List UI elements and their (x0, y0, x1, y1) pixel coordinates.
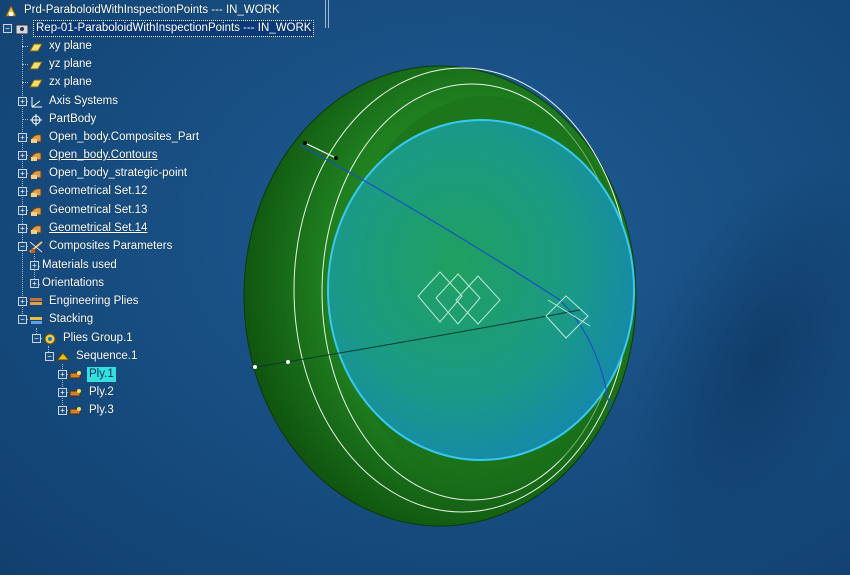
expand-minus-icon[interactable]: − (3, 24, 12, 33)
tree-node-open-body-composites-part[interactable]: + Open_body.Composites_Part (18, 129, 201, 146)
tree-node-label[interactable]: Engineering Plies (47, 294, 141, 309)
expand-toggle-icon[interactable]: + (18, 169, 27, 178)
tree-node-label[interactable]: Composites Parameters (47, 239, 174, 254)
expand-toggle-icon[interactable]: − (18, 242, 27, 251)
expand-toggle-icon[interactable]: + (58, 406, 67, 415)
tree-node-label[interactable]: Sequence.1 (74, 349, 139, 364)
expand-toggle-icon[interactable]: + (18, 133, 27, 142)
root-title[interactable]: Prd-ParaboloidWithInspectionPoints --- I… (22, 3, 282, 18)
tree-node-label[interactable]: Open_body_strategic-point (47, 166, 189, 181)
paraboloid-inner-surface[interactable] (328, 120, 634, 460)
tree-node-stacking[interactable]: − Stacking (18, 311, 95, 328)
geometrical-set-icon (28, 149, 44, 163)
expand-toggle-icon[interactable]: + (58, 370, 67, 379)
tree-node-label[interactable]: Ply.2 (87, 385, 116, 400)
geometrical-set-icon (28, 185, 44, 199)
tree-node-label[interactable]: Materials used (40, 258, 119, 273)
tree-node-label[interactable]: Open_body.Composites_Part (47, 130, 201, 145)
tree-rep[interactable]: − Rep-01-ParaboloidWithInspectionPoints … (3, 20, 315, 37)
part-icon (14, 22, 30, 36)
expand-toggle-icon[interactable]: − (32, 334, 41, 343)
expand-toggle-icon[interactable]: + (30, 261, 39, 270)
sequence-icon (55, 350, 71, 364)
tree-node-label[interactable]: zx plane (47, 75, 94, 90)
expand-toggle-icon[interactable]: + (18, 151, 27, 160)
tree-node-label[interactable]: Axis Systems (47, 94, 120, 109)
tree-node-xy-plane[interactable]: xy plane (28, 38, 94, 55)
tree-node-label[interactable]: Ply.1 (87, 367, 116, 382)
rep-title[interactable]: Rep-01-ParaboloidWithInspectionPoints --… (33, 20, 315, 37)
plane-icon (28, 40, 44, 54)
tree-node-engineering-plies[interactable]: + Engineering Plies (18, 293, 141, 310)
tree-node-label[interactable]: Geometrical Set.13 (47, 203, 149, 218)
ply-icon (68, 368, 84, 382)
tree-node-label[interactable]: Open_body.Contours (47, 148, 159, 163)
tree-node-geometrical-set-14[interactable]: + Geometrical Set.14 (18, 220, 149, 237)
tree-node-open-body-contours[interactable]: + Open_body.Contours (18, 147, 159, 164)
tree-node-label[interactable]: Geometrical Set.14 (47, 221, 149, 236)
geometrical-set-icon (28, 131, 44, 145)
tree-node-label[interactable]: Ply.3 (87, 403, 116, 418)
tree-node-plies-group-1[interactable]: − Plies Group.1 (32, 330, 135, 347)
partbody-icon (28, 113, 44, 127)
tree-node-partbody[interactable]: PartBody (28, 111, 98, 128)
tree-node-materials-used[interactable]: + Materials used (30, 257, 119, 274)
expand-toggle-icon[interactable]: − (18, 315, 27, 324)
tree-node-orientations[interactable]: + Orientations (30, 275, 106, 292)
ply-icon (68, 404, 84, 418)
expand-toggle-icon[interactable]: + (18, 206, 27, 215)
tree-root[interactable]: Prd-ParaboloidWithInspectionPoints --- I… (3, 2, 282, 19)
expand-toggle-icon[interactable]: − (45, 352, 54, 361)
tree-node-sequence-1[interactable]: − Sequence.1 (45, 348, 139, 365)
tree-node-yz-plane[interactable]: yz plane (28, 56, 94, 73)
expand-toggle-icon[interactable]: + (18, 187, 27, 196)
composites-parameters-icon (28, 240, 44, 254)
ply-icon (68, 386, 84, 400)
expand-toggle-icon[interactable]: + (18, 297, 27, 306)
tree-node-geometrical-set-12[interactable]: + Geometrical Set.12 (18, 183, 149, 200)
tree-node-ply-1[interactable]: + Ply.1 (58, 366, 116, 383)
geometrical-set-icon (28, 167, 44, 181)
tree-node-label[interactable]: xy plane (47, 39, 94, 54)
tree-node-geometrical-set-13[interactable]: + Geometrical Set.13 (18, 202, 149, 219)
stacking-icon (28, 313, 44, 327)
plane-icon (28, 58, 44, 72)
expand-toggle-icon[interactable]: + (30, 279, 39, 288)
plane-icon (28, 76, 44, 90)
expand-toggle-icon[interactable]: + (18, 97, 27, 106)
product-icon (3, 4, 19, 18)
geometrical-set-icon (28, 222, 44, 236)
tree-node-ply-3[interactable]: + Ply.3 (58, 402, 116, 419)
geometrical-set-icon (28, 204, 44, 218)
tree-node-ply-2[interactable]: + Ply.2 (58, 384, 116, 401)
expand-toggle-icon[interactable]: + (58, 388, 67, 397)
specification-tree[interactable]: Prd-ParaboloidWithInspectionPoints --- I… (0, 0, 330, 575)
expand-toggle-icon[interactable]: + (18, 224, 27, 233)
engineering-plies-icon (28, 295, 44, 309)
tree-node-label[interactable]: yz plane (47, 57, 94, 72)
plies-group-icon (42, 332, 58, 346)
tree-node-label[interactable]: Plies Group.1 (61, 331, 135, 346)
tree-node-label[interactable]: Stacking (47, 312, 95, 327)
point-marker[interactable] (334, 156, 338, 160)
tree-node-zx-plane[interactable]: zx plane (28, 74, 94, 91)
tree-node-label[interactable]: PartBody (47, 112, 98, 127)
tree-node-label[interactable]: Geometrical Set.12 (47, 184, 149, 199)
tree-node-axis-systems[interactable]: + Axis Systems (18, 93, 120, 110)
tree-node-composites-parameters[interactable]: − Composites Parameters (18, 238, 174, 255)
tree-node-label[interactable]: Orientations (40, 276, 106, 291)
tree-node-open-body-strategic-point[interactable]: + Open_body_strategic-point (18, 165, 189, 182)
axis-system-icon (28, 95, 44, 109)
